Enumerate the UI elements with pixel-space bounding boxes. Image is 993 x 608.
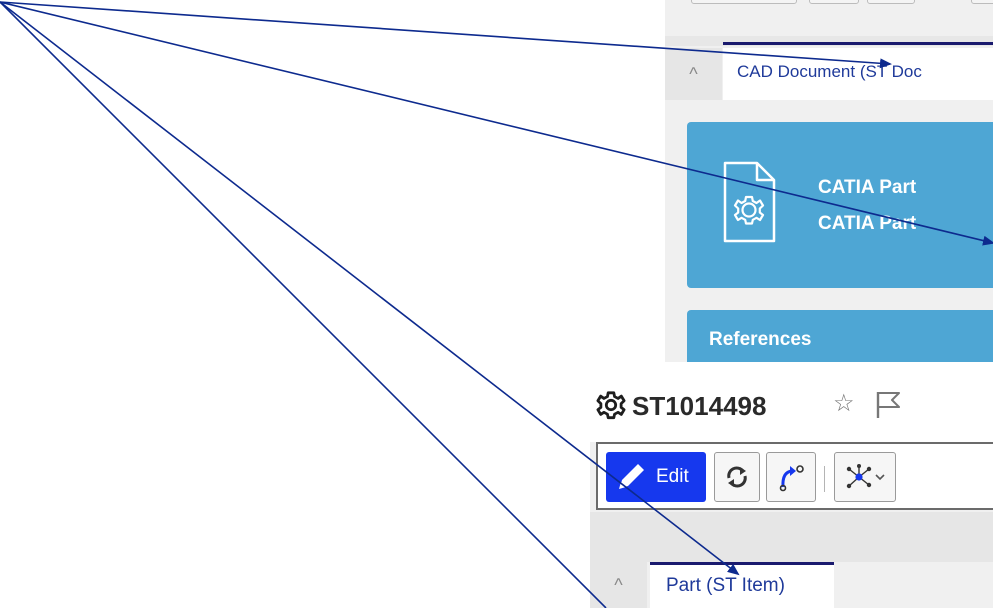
- network-dropdown-button[interactable]: [834, 452, 896, 502]
- edit-label: Edit: [656, 466, 689, 487]
- refresh-icon: [727, 466, 747, 488]
- star-icon[interactable]: ☆: [833, 392, 855, 416]
- active-tab-indicator: [650, 562, 834, 565]
- pencil-icon: [619, 464, 644, 489]
- action-toolbar: Edit: [596, 442, 993, 510]
- toolbar-button-partial[interactable]: [867, 0, 915, 4]
- cad-document-panel: ^ CAD Document (ST Doc CATIA Part CATIA …: [665, 0, 993, 362]
- route-button[interactable]: [766, 452, 816, 502]
- file-gear-icon: [723, 161, 776, 243]
- gear-icon: [596, 391, 626, 420]
- refresh-button[interactable]: [714, 452, 760, 502]
- edit-button[interactable]: Edit: [606, 452, 706, 502]
- toolbar-button-partial[interactable]: [971, 0, 993, 4]
- flag-icon[interactable]: [875, 390, 901, 420]
- tab-strip: [590, 512, 993, 562]
- tab-cad-document[interactable]: CAD Document (ST Doc: [723, 48, 993, 100]
- collapse-glyph: ^: [689, 63, 698, 84]
- toolbar-button-partial[interactable]: [691, 0, 797, 4]
- tab-part-item-label: Part (ST Item): [666, 575, 785, 596]
- tab-cad-document-label: CAD Document (ST Doc: [737, 62, 922, 81]
- references-label: References: [709, 329, 812, 350]
- collapse-chevron-icon[interactable]: ^: [665, 48, 722, 100]
- annotation-arrow: [0, 1, 607, 608]
- card-title: CATIA Part: [818, 177, 917, 198]
- chevron-down-icon: [875, 474, 885, 481]
- item-header: ST1014498 ☆: [590, 362, 993, 442]
- references-card[interactable]: References: [687, 310, 993, 362]
- network-icon: [846, 464, 872, 489]
- toolbar-button-partial[interactable]: [809, 0, 859, 4]
- toolbar-divider: [824, 466, 825, 492]
- tab-part-item[interactable]: Part (ST Item): [650, 562, 834, 608]
- catia-part-card[interactable]: CATIA Part CATIA Part: [687, 122, 993, 288]
- part-item-panel: ST1014498 ☆ Edit ^ Part (ST Item): [590, 362, 993, 608]
- route-icon: [779, 465, 804, 492]
- page-title: ST1014498: [632, 391, 767, 421]
- card-subtitle: CATIA Part: [818, 213, 917, 234]
- collapse-chevron-icon[interactable]: ^: [590, 562, 647, 608]
- collapse-glyph: ^: [614, 574, 623, 595]
- active-tab-indicator: [723, 42, 993, 45]
